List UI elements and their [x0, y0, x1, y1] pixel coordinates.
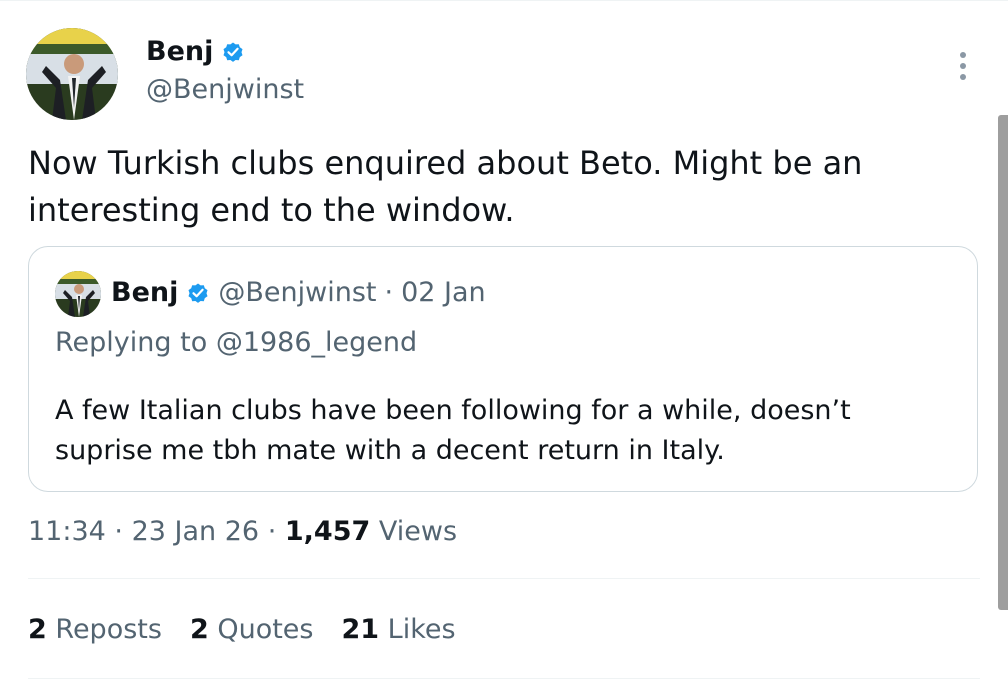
divider: [28, 578, 980, 579]
quote-header: Benj @Benjwinst · 02 Jan: [111, 275, 486, 311]
scrollbar[interactable]: [998, 115, 1008, 610]
author-name[interactable]: Benj: [146, 36, 213, 68]
likes-count: 21: [341, 614, 380, 645]
views-count: 1,457: [284, 516, 371, 547]
likes-stat[interactable]: 21 Likes: [341, 612, 455, 648]
quotes-count: 2: [189, 614, 209, 645]
reposts-stat[interactable]: 2 Reposts: [28, 612, 162, 648]
tweet-date[interactable]: 23 Jan 26: [132, 516, 260, 547]
replying-to-label: Replying to: [55, 327, 208, 358]
tweet-text: Now Turkish clubs enquired about Beto. M…: [28, 144, 873, 229]
likes-label: Likes: [387, 614, 456, 645]
replying-to-handle[interactable]: @1986_legend: [216, 327, 417, 358]
quotes-stat[interactable]: 2 Quotes: [190, 612, 314, 648]
replying-to-line: Replying to @1986_legend: [55, 325, 417, 361]
quotes-label: Quotes: [217, 614, 314, 645]
dot-separator: ·: [114, 516, 123, 547]
quote-date[interactable]: 02 Jan: [401, 275, 486, 311]
dot-separator: ·: [267, 516, 277, 547]
top-divider: [0, 0, 1008, 1]
quote-text: A few Italian clubs have been following …: [55, 395, 851, 466]
tweet-meta: 11:34 · 23 Jan 26 · 1,457 Views: [28, 514, 457, 550]
engagement-stats: 2 Reposts 2 Quotes 21 Likes: [28, 612, 456, 648]
verified-badge-icon: [186, 281, 210, 305]
quoted-tweet-card[interactable]: Benj @Benjwinst · 02 Jan Replying to @19…: [28, 246, 978, 492]
quote-author-avatar[interactable]: [55, 271, 101, 317]
divider: [28, 678, 980, 679]
reposts-label: Reposts: [55, 614, 162, 645]
more-vertical-icon: [960, 52, 966, 80]
quote-author-name[interactable]: Benj: [111, 275, 178, 311]
tweet-time[interactable]: 11:34: [28, 516, 106, 547]
tweet-detail-page: Benj @Benjwinst Now Turkish clubs enquir…: [0, 0, 1008, 700]
more-options-button[interactable]: [948, 48, 978, 84]
reposts-count: 2: [28, 614, 47, 645]
verified-badge-icon: [221, 40, 245, 64]
quote-author-handle[interactable]: @Benjwinst: [218, 275, 376, 311]
views-label: Views: [378, 516, 458, 547]
author-avatar[interactable]: [26, 28, 118, 120]
dot-separator: ·: [384, 277, 394, 308]
author-handle[interactable]: @Benjwinst: [146, 74, 304, 106]
author-name-row[interactable]: Benj: [146, 36, 245, 68]
